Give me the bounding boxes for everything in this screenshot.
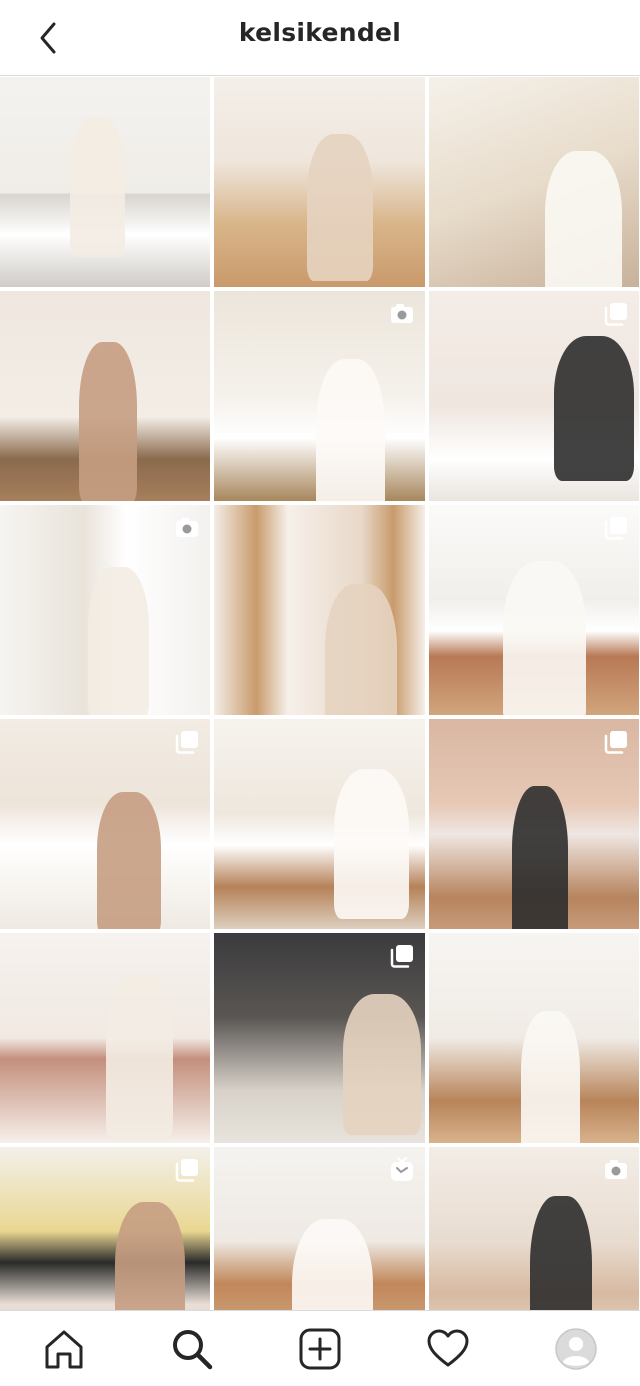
post-tile[interactable]: [429, 291, 639, 501]
post-photo-subject: [554, 336, 634, 481]
post-photo-subject: [334, 769, 409, 919]
post-tile[interactable]: [429, 77, 639, 287]
multiple-icon: [174, 729, 200, 755]
post-photo-subject: [70, 117, 125, 257]
post-photo-subject: [545, 151, 622, 287]
post-tile[interactable]: [0, 505, 210, 715]
post-photo-subject: [97, 792, 161, 929]
multiple-icon: [603, 729, 629, 755]
bottom-nav: [0, 1310, 640, 1386]
top-bar: kelsikendel: [0, 0, 640, 76]
profile-username: kelsikendel: [238, 18, 402, 47]
nav-home[interactable]: [34, 1319, 94, 1379]
multiple-icon: [603, 515, 629, 541]
post-photo-subject: [521, 1011, 580, 1143]
post-photo-subject: [325, 584, 397, 715]
post-photo-subject: [316, 359, 385, 501]
post-tile[interactable]: [214, 933, 425, 1143]
camera-icon: [174, 515, 200, 541]
post-photo-subject: [512, 786, 568, 929]
nav-search[interactable]: [162, 1319, 222, 1379]
post-tile[interactable]: [0, 77, 210, 287]
post-photo-subject: [503, 561, 586, 715]
camera-icon: [389, 301, 415, 327]
nav-new-post[interactable]: [290, 1319, 350, 1379]
post-photo-subject: [88, 567, 149, 715]
post-tile[interactable]: [0, 291, 210, 501]
post-tile[interactable]: [214, 719, 425, 929]
search-icon: [173, 1329, 213, 1369]
new-post-icon: [299, 1328, 341, 1369]
home-icon: [45, 1330, 83, 1368]
post-grid: [0, 77, 640, 1379]
multiple-icon: [389, 943, 415, 969]
post-tile[interactable]: [429, 505, 639, 715]
camera-icon: [603, 1157, 629, 1183]
post-tile[interactable]: [214, 291, 425, 501]
post-tile[interactable]: [0, 933, 210, 1143]
post-tile[interactable]: [0, 719, 210, 929]
post-tile[interactable]: [214, 77, 425, 287]
post-tile[interactable]: [214, 505, 425, 715]
post-photo-subject: [106, 977, 173, 1141]
nav-profile[interactable]: [546, 1319, 606, 1379]
nav-activity[interactable]: [418, 1319, 478, 1379]
post-photo-subject: [79, 342, 137, 501]
post-tile[interactable]: [429, 719, 639, 929]
multiple-icon: [603, 301, 629, 327]
post-tile[interactable]: [429, 933, 639, 1143]
profile-avatar: [555, 1327, 597, 1370]
igtv-icon: [389, 1157, 415, 1183]
post-photo-subject: [307, 134, 373, 281]
post-photo-subject: [343, 994, 421, 1135]
multiple-icon: [174, 1157, 200, 1183]
heart-icon: [427, 1329, 469, 1366]
